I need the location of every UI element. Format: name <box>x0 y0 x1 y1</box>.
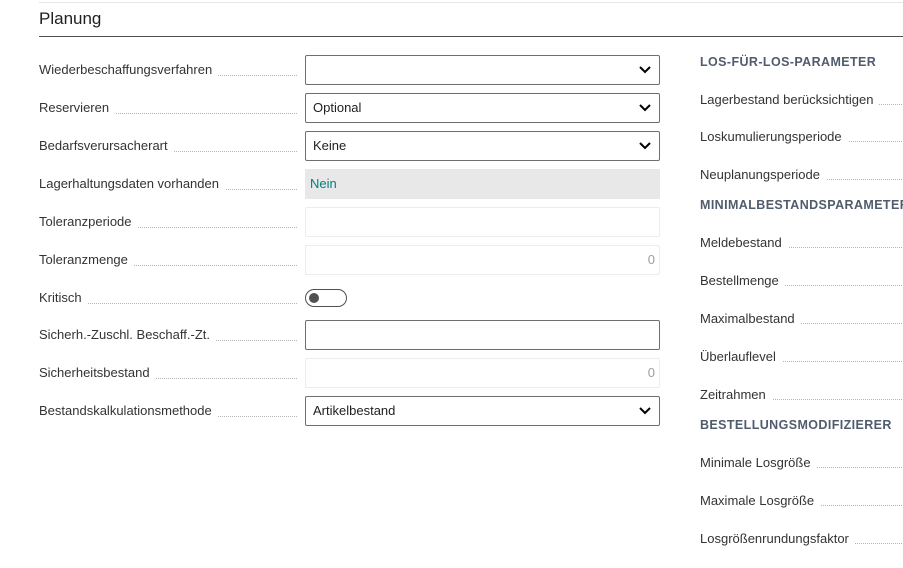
field-label: Bestandskalkulationsmethode <box>39 396 218 426</box>
field-maximale-losgroesse: Maximale Losgröße <box>700 489 903 513</box>
reservieren-select[interactable]: Optional <box>305 93 660 123</box>
group-header-modifizierer[interactable]: BESTELLUNGSMODIFIZIERER <box>700 418 892 432</box>
field-zeitrahmen: Zeitrahmen <box>700 383 903 407</box>
field-minimale-losgroesse: Minimale Losgröße <box>700 451 903 475</box>
field-label: Losgrößenrundungsfaktor <box>700 527 855 551</box>
top-divider <box>39 2 903 3</box>
field-label: Bedarfsverursacherart <box>39 131 174 161</box>
kritisch-toggle[interactable] <box>305 289 347 307</box>
field-label: Neuplanungsperiode <box>700 163 826 187</box>
field-sicherheitszuschlag: Sicherh.-Zuschl. Beschaff.-Zt. <box>39 320 660 350</box>
field-lagerbestand-beruecksichtigen: Lagerbestand berücksichtigen <box>700 88 903 112</box>
field-label: Sicherh.-Zuschl. Beschaff.-Zt. <box>39 320 216 350</box>
toleranzperiode-input[interactable] <box>305 207 660 237</box>
field-bedarfsverursacherart: Bedarfsverursacherart Keine <box>39 131 660 161</box>
field-label: Minimale Losgröße <box>700 451 817 475</box>
field-reservieren: Reservieren Optional <box>39 93 660 123</box>
field-label: Maximale Losgröße <box>700 489 821 513</box>
readonly-value: Nein <box>310 176 337 191</box>
input-value: 0 <box>647 252 655 267</box>
field-kritisch: Kritisch <box>39 283 660 313</box>
input-value: 0 <box>647 365 655 380</box>
field-bestandskalkulation: Bestandskalkulationsmethode Artikelbesta… <box>39 396 660 426</box>
field-wiederbeschaffungsverfahren: Wiederbeschaffungsverfahren <box>39 55 660 85</box>
sicherheitszuschlag-input[interactable] <box>305 320 660 350</box>
field-neuplanungsperiode: Neuplanungsperiode <box>700 163 903 187</box>
field-label: Wiederbeschaffungsverfahren <box>39 55 219 85</box>
field-sicherheitsbestand: Sicherheitsbestand 0 <box>39 358 660 388</box>
field-losgroessenrundungsfaktor: Losgrößenrundungsfaktor <box>700 527 903 551</box>
field-label: Lagerhaltungsdaten vorhanden <box>39 169 225 199</box>
chevron-down-icon <box>639 142 651 150</box>
bestandskalkulation-select[interactable]: Artikelbestand <box>305 396 660 426</box>
toggle-knob <box>309 293 319 303</box>
field-label: Toleranzmenge <box>39 245 134 275</box>
field-ueberlauflevel: Überlauflevel <box>700 345 903 369</box>
field-maximalbestand: Maximalbestand <box>700 307 903 331</box>
group-header-minimal[interactable]: MINIMALBESTANDSPARAMETER <box>700 198 903 212</box>
toleranzmenge-input[interactable]: 0 <box>305 245 660 275</box>
field-lagerhaltungsdaten: Lagerhaltungsdaten vorhanden Nein <box>39 169 660 199</box>
field-label: Toleranzperiode <box>39 207 138 237</box>
field-bestellmenge: Bestellmenge <box>700 269 903 293</box>
sicherheitsbestand-input[interactable]: 0 <box>305 358 660 388</box>
field-toleranzperiode: Toleranzperiode <box>39 207 660 237</box>
bedarfsverursacherart-select[interactable]: Keine <box>305 131 660 161</box>
field-loskumulierungsperiode: Loskumulierungsperiode <box>700 125 903 149</box>
lagerhaltungsdaten-value[interactable]: Nein <box>305 169 660 199</box>
field-label: Überlauflevel <box>700 345 782 369</box>
group-header-los[interactable]: LOS-FÜR-LOS-PARAMETER <box>700 55 876 69</box>
section-title[interactable]: Planung <box>39 9 101 29</box>
field-label: Zeitrahmen <box>700 383 772 407</box>
field-label: Bestellmenge <box>700 269 785 293</box>
field-meldebestand: Meldebestand <box>700 231 903 255</box>
field-label: Loskumulierungsperiode <box>700 125 848 149</box>
field-label: Meldebestand <box>700 231 788 255</box>
select-value: Artikelbestand <box>313 403 396 418</box>
field-toleranzmenge: Toleranzmenge 0 <box>39 245 660 275</box>
chevron-down-icon <box>639 66 651 74</box>
section-divider <box>39 36 903 37</box>
field-label: Reservieren <box>39 93 116 123</box>
field-label: Maximalbestand <box>700 307 801 331</box>
select-value: Optional <box>313 100 362 115</box>
field-label: Kritisch <box>39 283 88 313</box>
field-label: Lagerbestand berücksichtigen <box>700 88 880 112</box>
chevron-down-icon <box>639 104 651 112</box>
chevron-down-icon <box>639 407 651 415</box>
select-value: Keine <box>313 138 347 153</box>
field-label: Sicherheitsbestand <box>39 358 156 388</box>
wiederbeschaffungsverfahren-select[interactable] <box>305 55 660 85</box>
